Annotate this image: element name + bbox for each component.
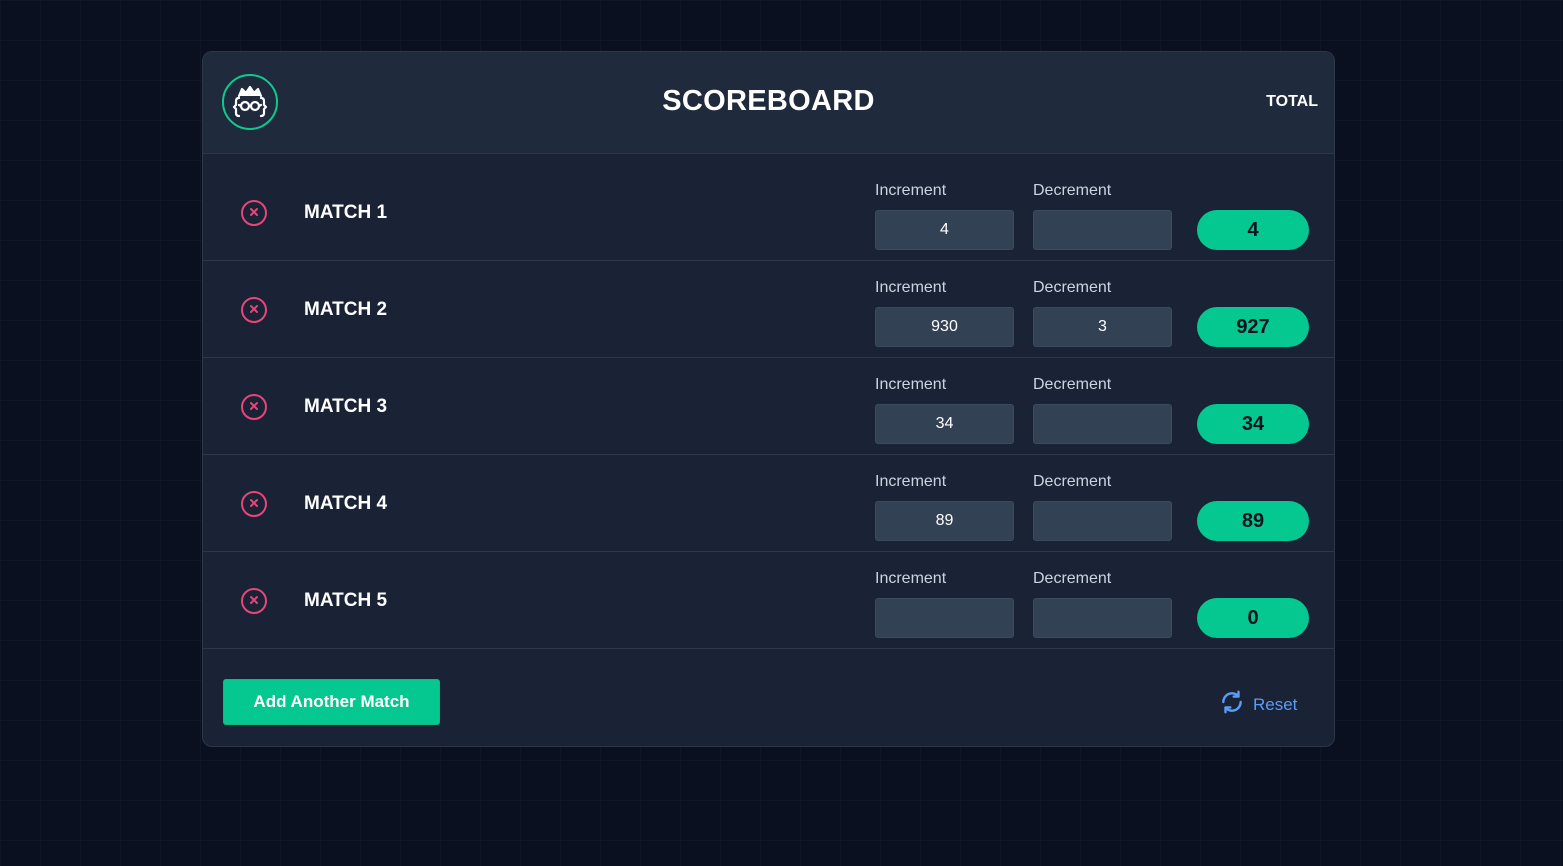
match-row: MATCH 3 Increment Decrement 34 — [203, 358, 1334, 455]
decrement-input[interactable] — [1033, 404, 1172, 444]
match-total: 4 — [1197, 210, 1309, 250]
remove-match-button[interactable] — [241, 394, 267, 420]
remove-match-button[interactable] — [241, 588, 267, 614]
decrement-input[interactable] — [1033, 210, 1172, 250]
decrement-label: Decrement — [1033, 376, 1112, 393]
total-column-label: TOTAL — [1266, 93, 1318, 110]
increment-input[interactable] — [875, 307, 1014, 347]
increment-label: Increment — [875, 473, 947, 490]
scoreboard-footer: Add Another Match Reset — [203, 649, 1334, 746]
increment-input[interactable] — [875, 501, 1014, 541]
match-total: 34 — [1197, 404, 1309, 444]
reset-button[interactable]: Reset — [1219, 689, 1297, 720]
scoreboard-header: SCOREBOARD TOTAL — [203, 52, 1334, 154]
match-name: MATCH 3 — [304, 396, 388, 417]
decrement-label: Decrement — [1033, 182, 1112, 199]
decrement-input[interactable] — [1033, 598, 1172, 638]
decrement-input[interactable] — [1033, 501, 1172, 541]
match-name: MATCH 5 — [304, 590, 388, 611]
remove-match-button[interactable] — [241, 200, 267, 226]
close-icon — [249, 592, 259, 610]
increment-label: Increment — [875, 570, 947, 587]
match-name: MATCH 4 — [304, 493, 388, 514]
close-icon — [249, 398, 259, 416]
increment-label: Increment — [875, 279, 947, 296]
increment-input[interactable] — [875, 210, 1014, 250]
increment-input[interactable] — [875, 598, 1014, 638]
match-name: MATCH 1 — [304, 202, 388, 223]
match-row: MATCH 2 Increment Decrement 927 — [203, 261, 1334, 358]
increment-label: Increment — [875, 182, 947, 199]
match-total: 89 — [1197, 501, 1309, 541]
match-total: 927 — [1197, 307, 1309, 347]
close-icon — [249, 301, 259, 319]
decrement-label: Decrement — [1033, 279, 1112, 296]
remove-match-button[interactable] — [241, 491, 267, 517]
match-list: MATCH 1 Increment Decrement 4 MATCH 2 Increme… — [203, 154, 1334, 649]
decrement-input[interactable] — [1033, 307, 1172, 347]
close-icon — [249, 204, 259, 222]
scoreboard-card: SCOREBOARD TOTAL MATCH 1 Increment Decreme… — [202, 51, 1335, 747]
add-match-button[interactable]: Add Another Match — [223, 679, 440, 725]
close-icon — [249, 495, 259, 513]
decrement-label: Decrement — [1033, 473, 1112, 490]
increment-label: Increment — [875, 376, 947, 393]
match-total: 0 — [1197, 598, 1309, 638]
page-title: SCOREBOARD — [662, 85, 875, 117]
refresh-icon — [1219, 689, 1245, 720]
match-row: MATCH 5 Increment Decrement 0 — [203, 552, 1334, 649]
decrement-label: Decrement — [1033, 570, 1112, 587]
remove-match-button[interactable] — [241, 297, 267, 323]
increment-input[interactable] — [875, 404, 1014, 444]
match-row: MATCH 1 Increment Decrement 4 — [203, 154, 1334, 261]
match-row: MATCH 4 Increment Decrement 89 — [203, 455, 1334, 552]
match-name: MATCH 2 — [304, 299, 388, 320]
reset-label: Reset — [1253, 694, 1298, 714]
